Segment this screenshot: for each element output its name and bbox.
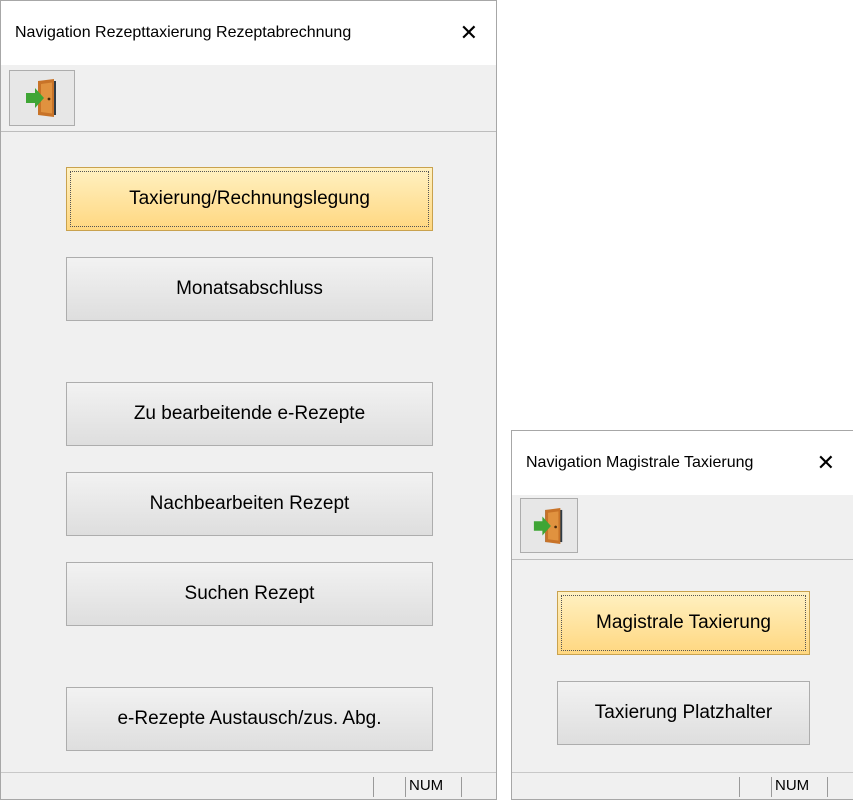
window-rezepttaxierung: Navigation Rezepttaxierung Rezeptabrechn… xyxy=(0,0,497,800)
toolbar xyxy=(1,65,496,132)
status-bar: NUM xyxy=(1,772,496,799)
exit-door-icon xyxy=(26,79,56,117)
window-magistrale-taxierung: Navigation Magistrale Taxierung ✕ Magist… xyxy=(511,430,853,800)
window-title: Navigation Magistrale Taxierung xyxy=(526,454,754,471)
status-separator xyxy=(827,777,828,797)
zu-bearbeitende-erezepte-button[interactable]: Zu bearbeitende e-Rezepte xyxy=(66,382,433,446)
exit-door-icon xyxy=(533,507,563,544)
status-separator xyxy=(739,777,740,797)
title-bar[interactable]: Navigation Magistrale Taxierung ✕ xyxy=(512,431,853,495)
button-panel: Taxierung/Rechnungslegung Monatsabschlus… xyxy=(1,132,496,773)
status-separator xyxy=(461,777,462,797)
window-title: Navigation Rezepttaxierung Rezeptabrechn… xyxy=(15,24,352,41)
nachbearbeiten-rezept-button[interactable]: Nachbearbeiten Rezept xyxy=(66,472,433,536)
num-lock-indicator: NUM xyxy=(775,777,810,794)
exit-button[interactable] xyxy=(9,70,75,126)
erezepte-austausch-button[interactable]: e-Rezepte Austausch/zus. Abg. xyxy=(66,687,433,751)
magistrale-taxierung-button[interactable]: Magistrale Taxierung xyxy=(557,591,810,655)
taxierung-platzhalter-button[interactable]: Taxierung Platzhalter xyxy=(557,681,810,745)
taxierung-rechnungslegung-button[interactable]: Taxierung/Rechnungslegung xyxy=(66,167,433,231)
status-bar: NUM xyxy=(512,772,853,799)
title-bar[interactable]: Navigation Rezepttaxierung Rezeptabrechn… xyxy=(1,1,496,65)
toolbar xyxy=(512,495,853,560)
num-lock-indicator: NUM xyxy=(409,777,444,794)
close-icon[interactable]: ✕ xyxy=(460,22,496,44)
status-separator xyxy=(373,777,374,797)
button-panel: Magistrale Taxierung Taxierung Platzhalt… xyxy=(512,560,853,773)
status-separator xyxy=(405,777,406,797)
suchen-rezept-button[interactable]: Suchen Rezept xyxy=(66,562,433,626)
status-separator xyxy=(771,777,772,797)
exit-button[interactable] xyxy=(520,498,578,553)
monatsabschluss-button[interactable]: Monatsabschluss xyxy=(66,257,433,321)
close-icon[interactable]: ✕ xyxy=(817,452,853,474)
